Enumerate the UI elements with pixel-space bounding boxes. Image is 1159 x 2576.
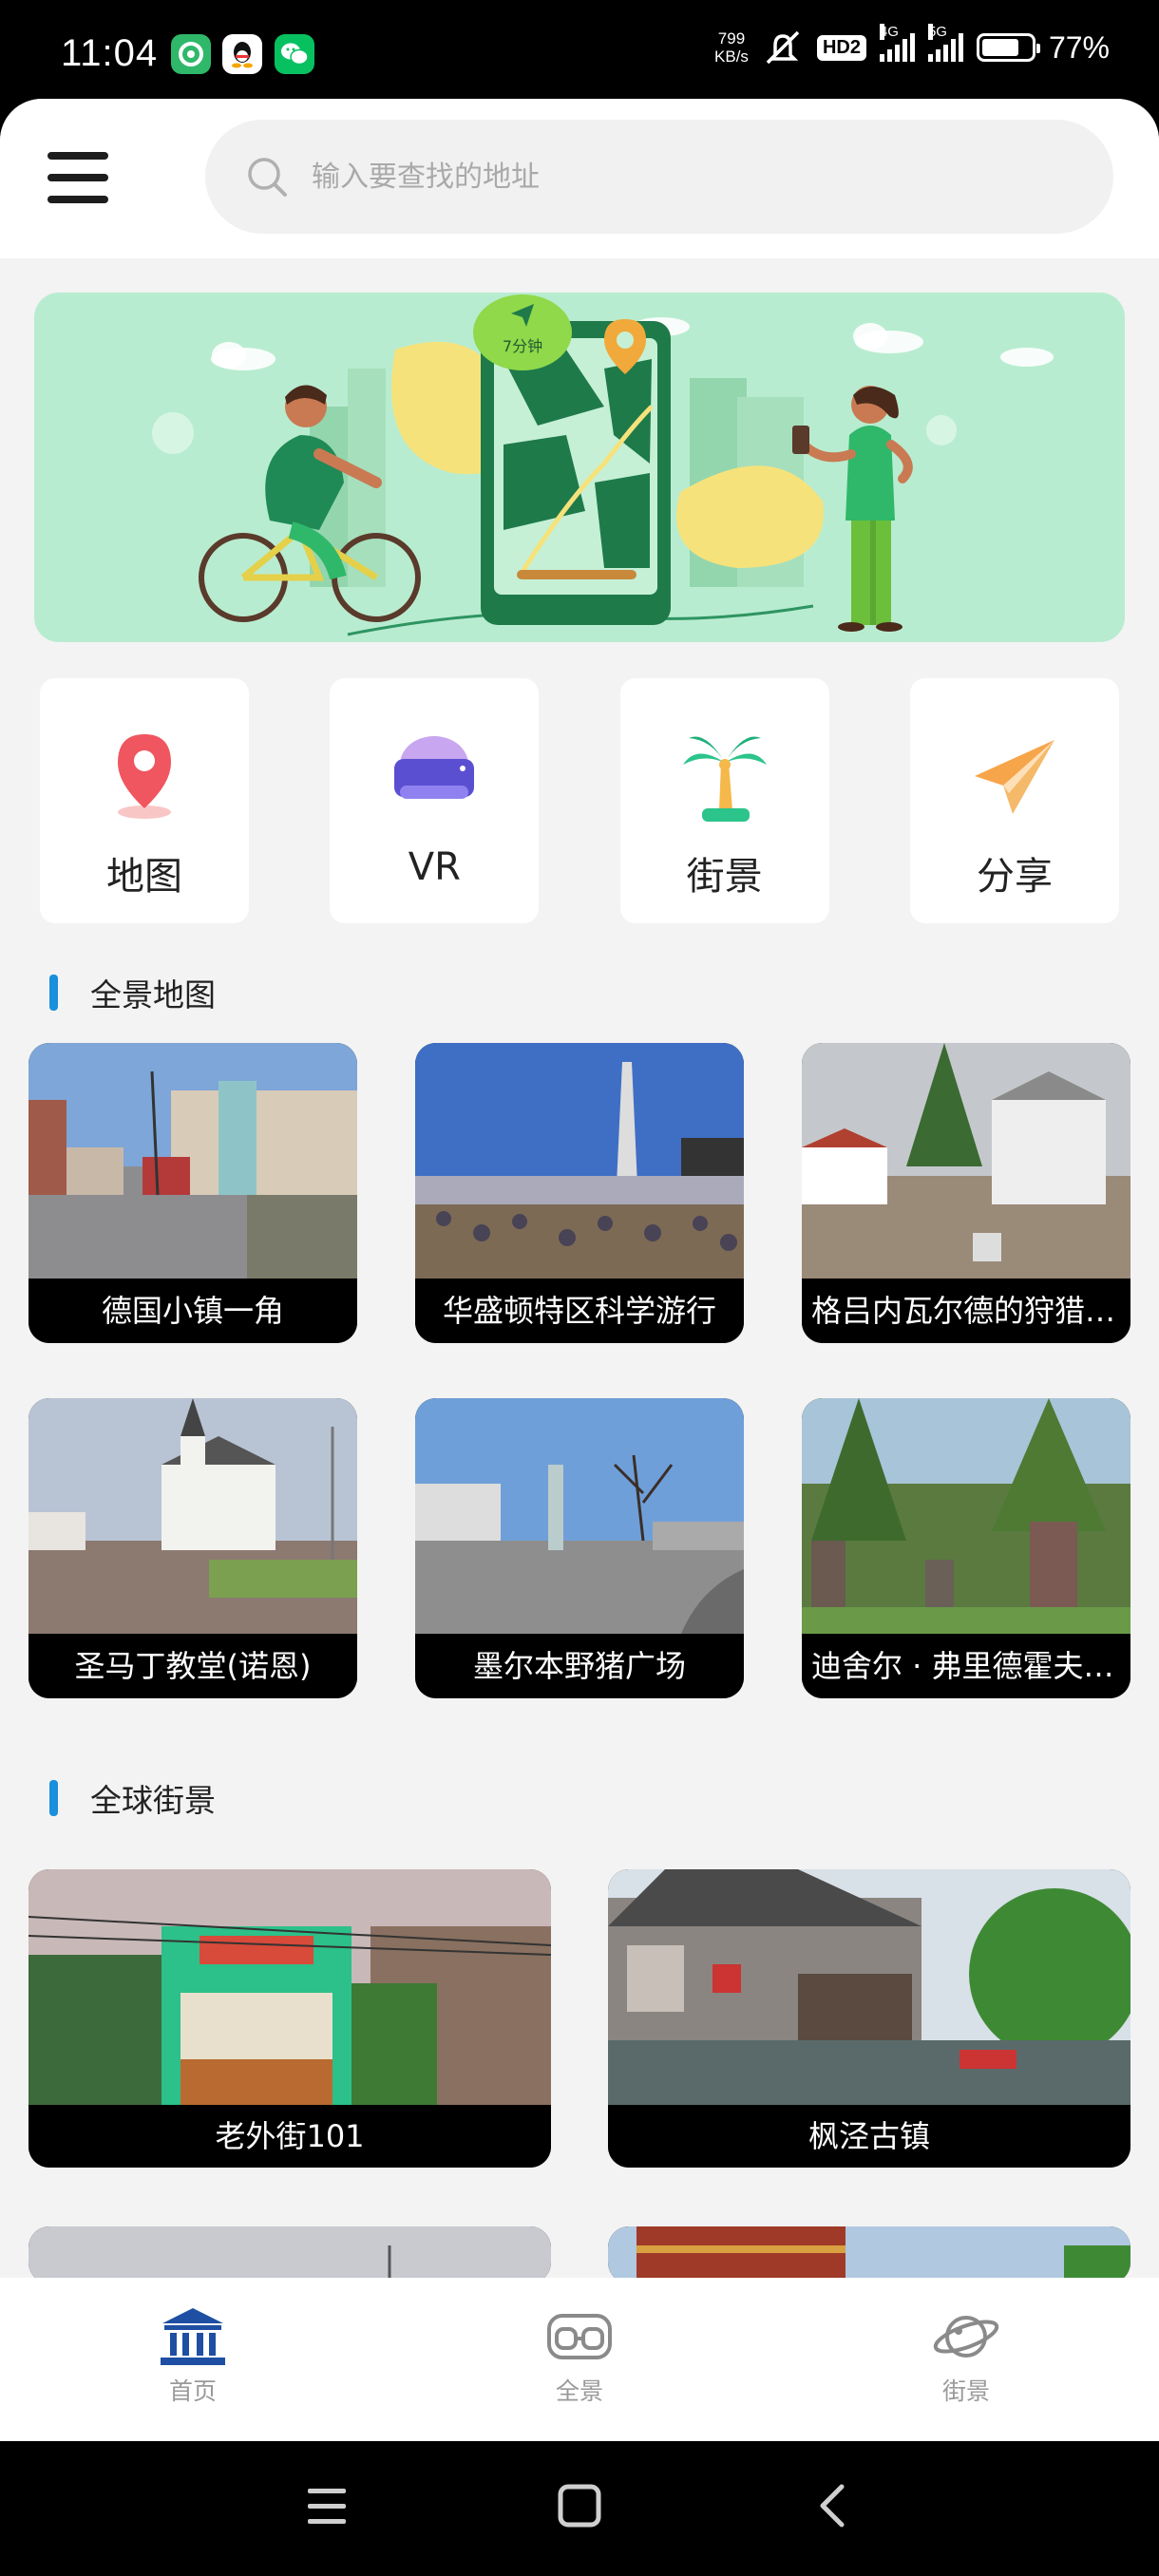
mute-icon <box>766 30 800 65</box>
top-header <box>0 99 1159 258</box>
section-title-street: 全球街景 <box>49 1775 216 1821</box>
tab-label: 街景 <box>941 2377 990 2405</box>
street-view-card[interactable] <box>28 2226 551 2283</box>
battery-icon <box>976 33 1040 62</box>
panorama-caption: 格吕内瓦尔德的狩猎小屋 <box>802 1279 1130 1343</box>
wechat-icon <box>275 34 314 74</box>
panorama-thumbnail <box>415 1398 744 1634</box>
network-speed-value: 799 <box>717 29 746 47</box>
search-icon <box>248 158 287 197</box>
panorama-thumbnail <box>802 1043 1130 1279</box>
tab-home[interactable]: 首页 <box>98 2306 288 2407</box>
eta-badge-text: 7分钟 <box>503 337 542 355</box>
section-title-text: 全景地图 <box>90 976 216 1013</box>
menu-nav-icon[interactable] <box>304 2485 350 2527</box>
panorama-thumbnail <box>802 1398 1130 1634</box>
panorama-card[interactable]: 墨尔本野猪广场 <box>415 1398 744 1698</box>
panorama-card[interactable]: 格吕内瓦尔德的狩猎小屋 <box>802 1043 1130 1343</box>
status-bar: 11:04 799 KB/s HD2 4G 5G 77% <box>0 0 1159 104</box>
search-input[interactable] <box>312 160 977 194</box>
street-view-card[interactable]: 枫泾古镇 <box>608 1869 1130 2168</box>
menu-button[interactable] <box>44 144 112 211</box>
menu-line <box>48 152 108 160</box>
app-screen: 7分钟 <box>0 99 1159 2441</box>
signal-4g-icon: 4G <box>879 24 915 62</box>
navigation-illustration: 7分钟 <box>152 294 1054 636</box>
vr-headset-icon <box>382 722 486 826</box>
panorama-caption: 华盛顿特区科学游行 <box>415 1279 744 1343</box>
street-view-caption: 老外街101 <box>28 2105 551 2168</box>
street-thumbnail <box>608 1869 1130 2105</box>
bottom-tab-bar: 首页 全景 街景 <box>0 2278 1159 2441</box>
quick-action-label: 分享 <box>976 855 1053 899</box>
quick-actions: 地图 VR 街景 分享 <box>40 678 1119 923</box>
street-thumbnail <box>28 1869 551 2105</box>
signal-5g-icon: 5G <box>927 24 963 62</box>
quick-action-street-view[interactable]: 街景 <box>619 678 829 923</box>
section-accent-bar <box>49 975 58 1011</box>
tab-street-view[interactable]: 街景 <box>871 2306 1061 2407</box>
signal-4g-label: 4G <box>879 24 899 40</box>
menu-line <box>48 174 108 181</box>
panorama-card[interactable]: 迪舍尔 · 弗里德霍夫公墓 <box>802 1398 1130 1698</box>
panorama-caption: 圣马丁教堂(诺恩) <box>28 1634 357 1698</box>
status-indicators: 799 KB/s HD2 4G 5G 77% <box>714 24 1110 66</box>
promo-banner[interactable]: 7分钟 <box>34 293 1125 642</box>
street-view-caption: 枫泾古镇 <box>608 2105 1130 2168</box>
quick-action-label: 地图 <box>106 855 182 899</box>
panorama-thumbnail <box>415 1043 744 1279</box>
menu-line <box>48 196 108 203</box>
network-speed: 799 KB/s <box>714 29 749 66</box>
qq-icon <box>222 34 262 74</box>
system-nav-bar <box>0 2441 1159 2576</box>
map-pin-icon <box>92 722 197 826</box>
tab-label: 首页 <box>168 2377 217 2405</box>
planet-icon <box>933 2316 999 2358</box>
section-title-panorama: 全景地图 <box>49 970 216 1015</box>
home-nav-icon[interactable] <box>557 2483 602 2529</box>
palm-tree-icon <box>673 722 777 826</box>
back-nav-icon[interactable] <box>813 2483 851 2529</box>
quick-action-label: 街景 <box>686 855 763 899</box>
panorama-thumbnail <box>28 1043 357 1279</box>
street-view-card[interactable]: 老外街101 <box>28 1869 551 2168</box>
street-thumbnail <box>28 2226 551 2283</box>
panorama-caption: 迪舍尔 · 弗里德霍夫公墓 <box>802 1634 1130 1698</box>
street-thumbnail <box>608 2226 1130 2283</box>
vr-glasses-icon <box>547 2314 612 2359</box>
battery-percent: 77% <box>1048 29 1110 65</box>
section-accent-bar <box>49 1780 58 1816</box>
panorama-card[interactable]: 德国小镇一角 <box>28 1043 357 1343</box>
panorama-card[interactable]: 圣马丁教堂(诺恩) <box>28 1398 357 1698</box>
panorama-card[interactable]: 华盛顿特区科学游行 <box>415 1043 744 1343</box>
quick-action-share[interactable]: 分享 <box>909 678 1119 923</box>
quick-action-vr[interactable]: VR <box>330 678 540 923</box>
search-bar[interactable] <box>205 120 1113 234</box>
bank-icon <box>161 2308 225 2365</box>
street-view-card[interactable] <box>608 2226 1130 2283</box>
quick-action-map[interactable]: 地图 <box>40 678 249 923</box>
panorama-caption: 墨尔本野猪广场 <box>415 1634 744 1698</box>
tab-panorama[interactable]: 全景 <box>484 2306 674 2407</box>
status-time: 11:04 <box>61 32 159 74</box>
app-notification-icon <box>171 34 211 74</box>
paper-plane-icon <box>962 722 1067 826</box>
hd-voice-badge: HD2 <box>816 34 866 61</box>
quick-action-label: VR <box>408 845 461 889</box>
section-title-text: 全球街景 <box>90 1782 216 1819</box>
signal-5g-label: 5G <box>927 24 947 40</box>
panorama-caption: 德国小镇一角 <box>28 1279 357 1343</box>
tab-label: 全景 <box>555 2377 603 2405</box>
panorama-thumbnail <box>28 1398 357 1634</box>
battery-fill <box>981 39 1019 56</box>
network-speed-unit: KB/s <box>714 47 749 66</box>
